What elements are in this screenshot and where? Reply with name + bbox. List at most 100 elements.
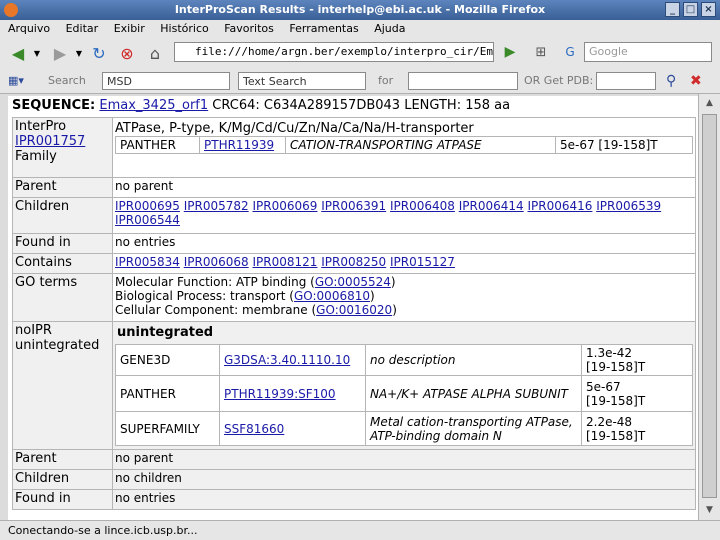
- found-in2-label: Found in: [12, 489, 113, 510]
- children-links: IPR000695 IPR005782 IPR006069 IPR006391 …: [112, 197, 696, 234]
- window-title: InterProScan Results - interhelp@ebi.ac.…: [174, 3, 546, 16]
- search-engine-icon[interactable]: G: [560, 42, 580, 62]
- child-link[interactable]: IPR006408: [390, 199, 455, 213]
- noipr-match-row: GENE3D G3DSA:3.40.1110.10 no description…: [115, 344, 693, 376]
- for-label: for: [378, 74, 394, 87]
- match-id-link[interactable]: PTHR11939: [199, 136, 286, 154]
- noipr-score: 1.3e-42: [586, 346, 633, 360]
- crc-label: CRC64:: [212, 98, 260, 113]
- children-row: Children IPR000695 IPR005782 IPR006069 I…: [12, 197, 696, 234]
- child-link[interactable]: IPR006391: [321, 199, 386, 213]
- sequence-header: SEQUENCE: Emax_3425_orf1 CRC64: C634A289…: [12, 98, 510, 113]
- child-link[interactable]: IPR006539: [596, 199, 661, 213]
- interpro-value-cell: ATPase, P-type, K/Mg/Cd/Cu/Zn/Na/Ca/Na/H…: [112, 117, 696, 178]
- forward-icon[interactable]: ▶: [48, 42, 72, 64]
- contains-link[interactable]: IPR005834: [115, 255, 180, 269]
- go-end: ): [390, 275, 396, 289]
- scroll-up-icon[interactable]: ▲: [702, 96, 717, 111]
- noipr-id-link[interactable]: G3DSA:3.40.1110.10: [219, 344, 366, 376]
- child-link[interactable]: IPR006416: [528, 199, 593, 213]
- go-link[interactable]: GO:0005524: [315, 275, 391, 289]
- menu-ajuda[interactable]: Ajuda: [374, 22, 405, 35]
- close-toolbar-icon[interactable]: ✖: [690, 72, 702, 90]
- length-value: 158 aa: [465, 98, 511, 113]
- noipr-range: [19-158]T: [586, 393, 646, 408]
- back-icon[interactable]: ◀: [6, 42, 30, 64]
- noipr-row: noIPR unintegrated unintegrated GENE3D G…: [12, 321, 696, 450]
- child-link[interactable]: IPR006069: [253, 199, 318, 213]
- noipr-score-cell: 2.2e-48 [19-158]T: [581, 411, 693, 446]
- noipr-score-cell: 5e-67 [19-158]T: [581, 375, 693, 412]
- interpro-match-table: PANTHER PTHR11939 CATION-TRANSPORTING AT…: [115, 136, 693, 154]
- sequence-name-link[interactable]: Emax_3425_orf1: [99, 98, 208, 113]
- noipr-score: 5e-67: [586, 379, 621, 394]
- found-in2-row: Found in no entries: [12, 489, 696, 510]
- contains-link[interactable]: IPR006068: [184, 255, 249, 269]
- match-score: 5e-67 [19-158]T: [555, 136, 693, 154]
- home-icon[interactable]: ⌂: [144, 42, 166, 64]
- child-link[interactable]: IPR006414: [459, 199, 524, 213]
- back-dropdown-icon[interactable]: ▼: [32, 42, 42, 64]
- reload-icon[interactable]: ↻: [88, 42, 110, 64]
- minimize-icon[interactable]: _: [665, 2, 680, 17]
- go-link[interactable]: GO:0016020: [316, 303, 392, 317]
- firefox-icon: [4, 3, 18, 17]
- search-mode-select[interactable]: Text Search: [238, 72, 366, 90]
- parent-row: Parent no parent: [12, 177, 696, 198]
- search-term-input[interactable]: [408, 72, 518, 90]
- menu-favoritos[interactable]: Favoritos: [224, 22, 274, 35]
- vertical-scrollbar[interactable]: ▲ ▼: [698, 94, 720, 520]
- web-search-input[interactable]: Google: [584, 42, 712, 62]
- child-link[interactable]: IPR006544: [115, 213, 180, 227]
- contains-label: Contains: [12, 253, 113, 274]
- child-link[interactable]: IPR005782: [184, 199, 249, 213]
- go-link[interactable]: GO:0006810: [294, 289, 370, 303]
- child-link[interactable]: IPR000695: [115, 199, 180, 213]
- noipr-desc: no description: [365, 344, 582, 376]
- go-end: ): [392, 303, 397, 317]
- noipr-db: PANTHER: [115, 375, 220, 412]
- search-icon[interactable]: ⚲: [666, 72, 676, 90]
- interpro-row: InterPro IPR001757 Family ATPase, P-type…: [12, 117, 696, 178]
- interpro-accession-link[interactable]: IPR001757: [15, 134, 110, 149]
- maximize-icon[interactable]: □: [683, 2, 698, 17]
- noipr-label: noIPR unintegrated: [12, 321, 113, 450]
- children2-row: Children no children: [12, 469, 696, 490]
- contains-link[interactable]: IPR008121: [253, 255, 318, 269]
- found-in-value: no entries: [112, 233, 696, 254]
- menu-historico[interactable]: Histórico: [160, 22, 208, 35]
- scrollbar-thumb[interactable]: [702, 114, 717, 498]
- crc-value: C634A289157DB043: [263, 98, 401, 113]
- scroll-down-icon[interactable]: ▼: [702, 503, 717, 518]
- noipr-score: 2.2e-48: [586, 414, 633, 429]
- database-select[interactable]: MSD: [102, 72, 230, 90]
- stop-icon[interactable]: ⊗: [116, 42, 138, 64]
- search-label: Search: [48, 74, 86, 87]
- url-bar[interactable]: file:///home/argn.ber/exemplo/interpro_c…: [174, 42, 494, 62]
- close-icon[interactable]: ×: [701, 2, 716, 17]
- noipr-id-link[interactable]: PTHR11939:SF100: [219, 375, 366, 412]
- new-tab-icon[interactable]: ⊞: [530, 42, 552, 62]
- go-text: Cellular Component: membrane (: [115, 303, 317, 317]
- noipr-match-row: SUPERFAMILY SSF81660 Metal cation-transp…: [115, 411, 693, 446]
- match-desc: CATION-TRANSPORTING ATPASE: [285, 136, 556, 154]
- go-terms-value: Molecular Function: ATP binding (GO:0005…: [112, 273, 696, 322]
- length-label: LENGTH:: [404, 98, 462, 113]
- results-table: InterPro IPR001757 Family ATPase, P-type…: [12, 117, 696, 510]
- menu-editar[interactable]: Editar: [66, 22, 99, 35]
- contains-link[interactable]: IPR008250: [321, 255, 386, 269]
- contains-link[interactable]: IPR015127: [390, 255, 455, 269]
- ebi-logo-icon: ▦▾: [8, 74, 24, 87]
- noipr-title: unintegrated: [117, 325, 214, 340]
- window-controls: _ □ ×: [665, 2, 716, 17]
- go-icon[interactable]: ▶: [502, 43, 518, 61]
- menu-ferramentas[interactable]: Ferramentas: [289, 22, 358, 35]
- noipr-desc: Metal cation-transporting ATPase, ATP-bi…: [365, 411, 582, 446]
- menu-exibir[interactable]: Exibir: [114, 22, 145, 35]
- interpro-name: ATPase, P-type, K/Mg/Cd/Cu/Zn/Na/Ca/Na/H…: [115, 121, 474, 136]
- forward-dropdown-icon[interactable]: ▼: [74, 42, 84, 64]
- pdb-id-input[interactable]: [596, 72, 656, 90]
- msd-toolbar: ▦▾ Search MSD Text Search for OR Get PDB…: [0, 68, 720, 94]
- noipr-id-link[interactable]: SSF81660: [219, 411, 366, 446]
- menu-arquivo[interactable]: Arquivo: [8, 22, 50, 35]
